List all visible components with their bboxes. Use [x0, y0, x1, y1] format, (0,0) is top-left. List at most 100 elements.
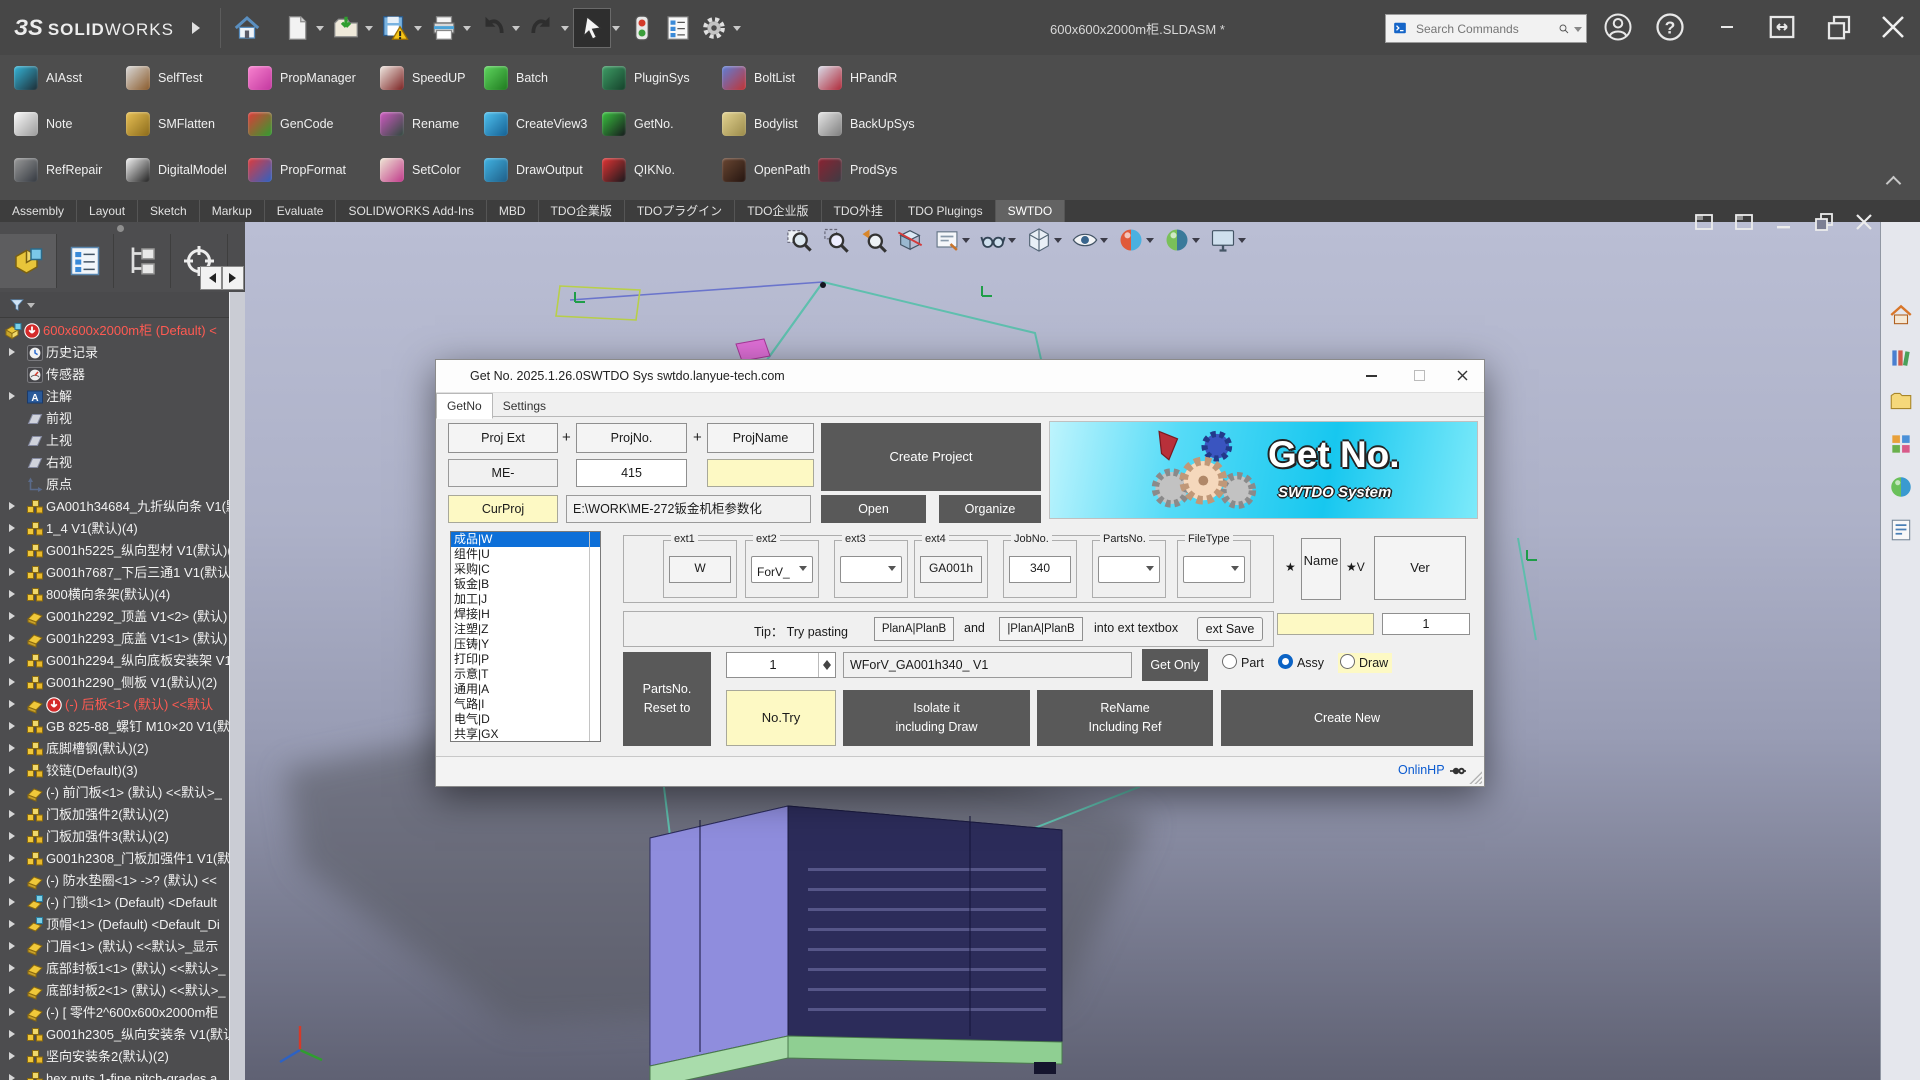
result-name-field[interactable]: WForV_GA001h340_ V1	[843, 652, 1132, 678]
select-tool-button[interactable]	[573, 8, 611, 48]
tree-item[interactable]: 坚向安装条2(默认)(2)	[0, 1046, 228, 1068]
undo-caret-icon[interactable]	[512, 26, 520, 35]
expand-arrow-icon[interactable]	[9, 1052, 19, 1060]
category-item[interactable]: 采购|C	[451, 562, 600, 577]
rename-button[interactable]: Rename	[366, 103, 470, 145]
rename-button[interactable]: ReNameIncluding Ref	[1037, 690, 1213, 746]
expand-arrow-icon[interactable]	[9, 546, 19, 554]
selftest-button[interactable]: SelfTest	[112, 57, 234, 99]
tab-tdo-[interactable]: TDOプラグイン	[625, 200, 735, 222]
tree-item[interactable]: 底部封板1<1> (默认) <<默认>_	[0, 958, 228, 980]
PartsNo.-combo[interactable]	[1098, 556, 1160, 583]
expand-arrow-icon[interactable]	[9, 722, 19, 730]
tree-item[interactable]: 门板加强件2(默认)(2)	[0, 804, 228, 826]
expand-arrow-icon[interactable]	[9, 612, 19, 620]
tab-tdo外挂[interactable]: TDO外挂	[822, 200, 896, 222]
doc-frame-2-button[interactable]	[1732, 210, 1756, 234]
tree-item[interactable]: (-) 前门板<1> (默认) <<默认>_	[0, 782, 228, 804]
category-item[interactable]: 电气|D	[451, 712, 600, 727]
section-view-button[interactable]	[896, 226, 924, 254]
JobNo.-input[interactable]: 340	[1009, 556, 1071, 583]
digitalmodel-button[interactable]: DigitalModel	[112, 149, 234, 191]
dialog-resize-grip[interactable]	[1468, 770, 1482, 784]
apply-scene-caret-icon[interactable]	[1192, 238, 1200, 247]
note-button[interactable]: Note	[0, 103, 112, 145]
tab-solidworks-add-ins[interactable]: SOLIDWORKS Add-Ins	[336, 200, 486, 222]
proj-no-button[interactable]: ProjNo.	[576, 423, 687, 453]
search-icon[interactable]	[1555, 20, 1573, 38]
proj-no-input[interactable]: 415	[576, 459, 687, 487]
tree-item[interactable]: 800横向条架(默认)(4)	[0, 584, 228, 606]
doc-frame-1-button[interactable]	[1692, 210, 1716, 234]
annotation-views-button[interactable]	[933, 226, 970, 254]
tree-item[interactable]: 600x600x2000m柜 (Default) <	[0, 320, 228, 342]
name-button[interactable]: Name	[1301, 538, 1341, 600]
search-commands-box[interactable]	[1385, 14, 1587, 43]
category-item[interactable]: 示意|T	[451, 667, 600, 682]
spinner-arrows[interactable]	[818, 653, 835, 677]
category-item[interactable]: 打印|P	[451, 652, 600, 667]
logo-flyout-arrow-icon[interactable]	[192, 22, 206, 34]
tree-item[interactable]: G001h2290_侧板 V1(默认)(2)	[0, 672, 228, 694]
tab-tdo企業版[interactable]: TDO企業版	[539, 200, 625, 222]
rebuild-button[interactable]	[624, 9, 660, 47]
home-button[interactable]	[229, 9, 265, 47]
curproj-path[interactable]: E:\WORK\ME-272钣金机柜参数化	[566, 495, 811, 523]
tree-item[interactable]: (-) 防水垫圈<1> ->? (默认) <<	[0, 870, 228, 892]
ext-save-button[interactable]: ext Save	[1197, 617, 1263, 641]
tab-swtdo[interactable]: SWTDO	[996, 200, 1066, 222]
parts-counter-spinner[interactable]: 1	[726, 652, 836, 678]
apply-scene-button[interactable]	[1163, 226, 1200, 254]
undo-button[interactable]	[475, 9, 511, 47]
proj-name-button[interactable]: ProjName	[707, 423, 814, 453]
hide-show-items-caret-icon[interactable]	[1008, 238, 1016, 247]
expand-arrow-icon[interactable]	[9, 392, 19, 400]
aiasst-button[interactable]: AIAsst	[0, 57, 112, 99]
filter-caret-icon[interactable]	[27, 303, 35, 312]
dialog-minimize-button[interactable]	[1351, 360, 1391, 391]
category-item[interactable]: 组件|U	[451, 547, 600, 562]
propformat-button[interactable]: PropFormat	[234, 149, 366, 191]
redo-caret-icon[interactable]	[561, 26, 569, 35]
refrepair-button[interactable]: RefRepair	[0, 149, 112, 191]
expand-arrow-icon[interactable]	[9, 502, 19, 510]
tree-item[interactable]: 上视	[0, 430, 228, 452]
category-item[interactable]: 注塑|Z	[451, 622, 600, 637]
tree-item[interactable]: 原点	[0, 474, 228, 496]
expand-arrow-icon[interactable]	[9, 524, 19, 532]
drawoutput-button[interactable]: DrawOutput	[470, 149, 588, 191]
category-item[interactable]: 气路|I	[451, 697, 600, 712]
category-listbox[interactable]: 成品|W组件|U采购|C钣金|B加工|J焊接|H注塑|Z压铸|Y打印|P示意|T…	[450, 531, 601, 742]
tab-sketch[interactable]: Sketch	[138, 200, 200, 222]
category-item[interactable]: 焊接|H	[451, 607, 600, 622]
edit-appearance-caret-icon[interactable]	[1146, 238, 1154, 247]
ver-button[interactable]: Ver	[1374, 536, 1466, 600]
category-item[interactable]: 成品|W	[451, 532, 600, 547]
expand-arrow-icon[interactable]	[9, 898, 19, 906]
window-minimize-button[interactable]	[1712, 12, 1742, 42]
tab-tdo企业版[interactable]: TDO企业版	[735, 200, 821, 222]
open-button-dialog[interactable]: Open	[821, 495, 926, 523]
boltlist-button[interactable]: BoltList	[708, 57, 804, 99]
tree-scrollbar[interactable]	[229, 292, 245, 1080]
previous-view-button[interactable]	[859, 226, 887, 254]
tree-item[interactable]: G001h2292_顶盖 V1<2> (默认)	[0, 606, 228, 628]
expand-arrow-icon[interactable]	[9, 832, 19, 840]
expand-arrow-icon[interactable]	[9, 810, 19, 818]
no-try-button[interactable]: No.Try	[726, 690, 836, 746]
tree-item[interactable]: 门眉<1> (默认) <<默认>_显示	[0, 936, 228, 958]
expand-arrow-icon[interactable]	[9, 700, 19, 708]
backupsys-button[interactable]: BackUpSys	[804, 103, 924, 145]
dialog-close-button[interactable]	[1442, 360, 1482, 391]
display-style-caret-icon[interactable]	[1054, 238, 1062, 247]
expand-arrow-icon[interactable]	[9, 348, 19, 356]
radio-part[interactable]: Part	[1222, 656, 1264, 670]
new-document-button[interactable]	[279, 9, 315, 47]
expand-arrow-icon[interactable]	[9, 744, 19, 752]
expand-arrow-icon[interactable]	[9, 854, 19, 862]
expand-arrow-icon[interactable]	[9, 590, 19, 598]
save-caret-icon[interactable]	[414, 26, 422, 35]
save-button[interactable]	[377, 9, 413, 47]
design-library-icon[interactable]	[1888, 345, 1914, 371]
ext3-combo[interactable]	[840, 556, 902, 583]
